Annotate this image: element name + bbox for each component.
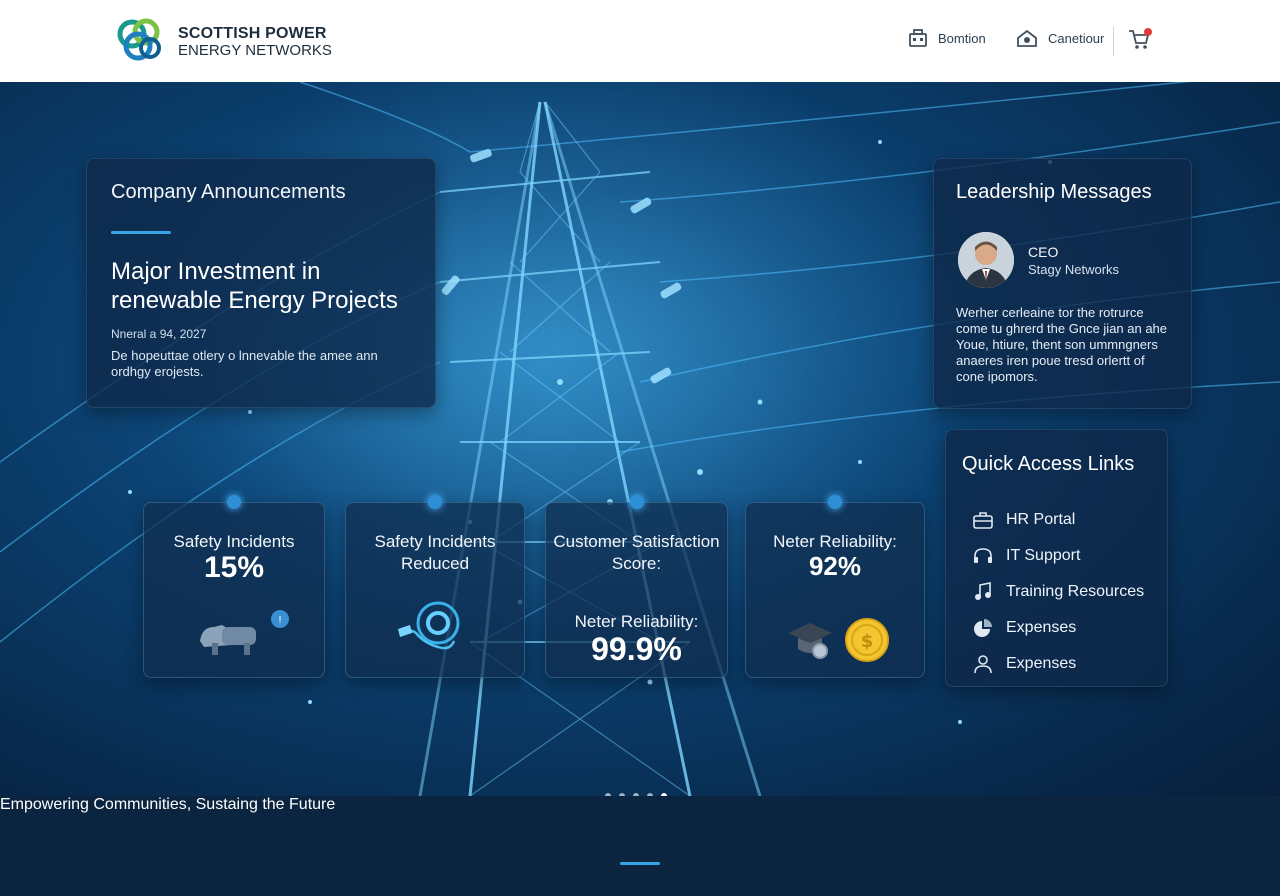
quick-link-label: Expenses <box>1006 655 1077 672</box>
leadership-card[interactable]: Leadership Messages CEO Stagy Networks W… <box>933 158 1192 409</box>
footer-underline <box>620 862 660 865</box>
quick-link-label: HR Portal <box>1006 511 1076 528</box>
briefcase-icon <box>973 512 993 529</box>
stat-card-safety-incidents-reduced[interactable]: Safety Incidents Reduced <box>345 495 525 678</box>
announcements-card[interactable]: Company Announcements Major Investment i… <box>86 158 436 408</box>
nav-label: Bomtion <box>938 30 986 46</box>
headset-icon <box>974 548 992 563</box>
target-gauge-icon <box>398 601 460 650</box>
cart-badge <box>1144 28 1152 36</box>
svg-text:!: ! <box>278 615 282 626</box>
title-underline <box>111 231 171 234</box>
stat-label: Neter Reliability: <box>773 532 897 551</box>
stat-card-customer-satisfaction[interactable]: Customer Satisfaction Score: Neter Relia… <box>545 495 728 678</box>
leadership-message: Werher cerleaine tor the rotrurce come t… <box>956 305 1168 384</box>
stat-label: Customer Satisfaction Score: <box>553 532 720 573</box>
graduation-cap-icon <box>788 623 832 659</box>
stat-card-safety-incidents[interactable]: Safety Incidents 15% ! <box>143 495 325 678</box>
announcement-headline[interactable]: Major Investment in renewable Energy Pro… <box>111 257 421 315</box>
leader-role: CEO <box>1028 244 1059 260</box>
stat-value: 99.9% <box>591 631 682 667</box>
quick-link-it-support[interactable]: IT Support <box>972 538 1144 574</box>
brand-line1: SCOTTISH POWER <box>178 25 327 42</box>
svg-text:$: $ <box>861 631 874 652</box>
user-icon <box>974 655 992 674</box>
ceo-avatar <box>958 232 1014 288</box>
nav-item-bomtion[interactable]: Bomtion <box>908 28 986 48</box>
top-header: SCOTTISH POWER ENERGY NETWORKS Bomtion C… <box>0 0 1280 82</box>
safety-equipment-icon: ! <box>200 610 289 655</box>
quick-link-label: Training Resources <box>1006 583 1145 600</box>
stat-card-neter-reliability[interactable]: Neter Reliability: 92% $ <box>745 495 925 678</box>
quick-link-expenses[interactable]: Expenses <box>972 610 1144 646</box>
stat-indicator-dot <box>227 495 241 509</box>
quick-links-card: Quick Access Links HR Portal IT Support … <box>945 429 1168 687</box>
leader-org: Stagy Networks <box>1028 262 1120 277</box>
toolbox-icon <box>909 29 927 47</box>
announcement-date: Nneral a 94, 2027 <box>111 327 207 341</box>
chart-pie-icon <box>974 619 992 637</box>
announcement-description: De hopeuttae otlery o lnnevable the amee… <box>111 348 378 379</box>
brand-line2: ENERGY NETWORKS <box>178 42 332 59</box>
stat-indicator-dot <box>629 495 644 509</box>
stat-value: 15% <box>203 551 265 584</box>
quick-link-expenses-2[interactable]: Expenses <box>972 646 1144 682</box>
quick-links-list: HR Portal IT Support Training Resources … <box>972 502 1144 682</box>
brand-name: SCOTTISH POWER ENERGY NETWORKS <box>178 25 332 59</box>
stat-sublabel: Neter Reliability: <box>574 612 699 631</box>
stat-label: Safety Incidents <box>173 532 295 551</box>
music-note-icon <box>975 582 991 600</box>
stat-label: Safety Incidents Reduced <box>374 532 496 573</box>
nav-label: Canetiour <box>1048 30 1105 46</box>
quick-link-hr-portal[interactable]: HR Portal <box>972 502 1144 538</box>
footer-tagline: Empowering Communities, Sustaing the Fut… <box>0 796 336 813</box>
coin-icon: $ <box>845 618 889 662</box>
stat-value: 92% <box>808 551 862 581</box>
quick-links-title: Quick Access Links <box>962 453 1135 475</box>
leadership-title: Leadership Messages <box>956 181 1152 203</box>
nav-item-canetiour[interactable]: Canetiour <box>1016 28 1104 48</box>
announcements-title: Company Announcements <box>111 181 346 203</box>
company-logo[interactable] <box>112 12 168 68</box>
home-icon <box>1017 29 1037 47</box>
quick-link-label: IT Support <box>1006 547 1081 564</box>
header-divider <box>1113 26 1114 56</box>
stat-indicator-dot <box>828 495 842 509</box>
quick-link-label: Expenses <box>1006 619 1077 636</box>
stat-indicator-dot <box>428 495 442 509</box>
quick-link-training-resources[interactable]: Training Resources <box>972 574 1144 610</box>
